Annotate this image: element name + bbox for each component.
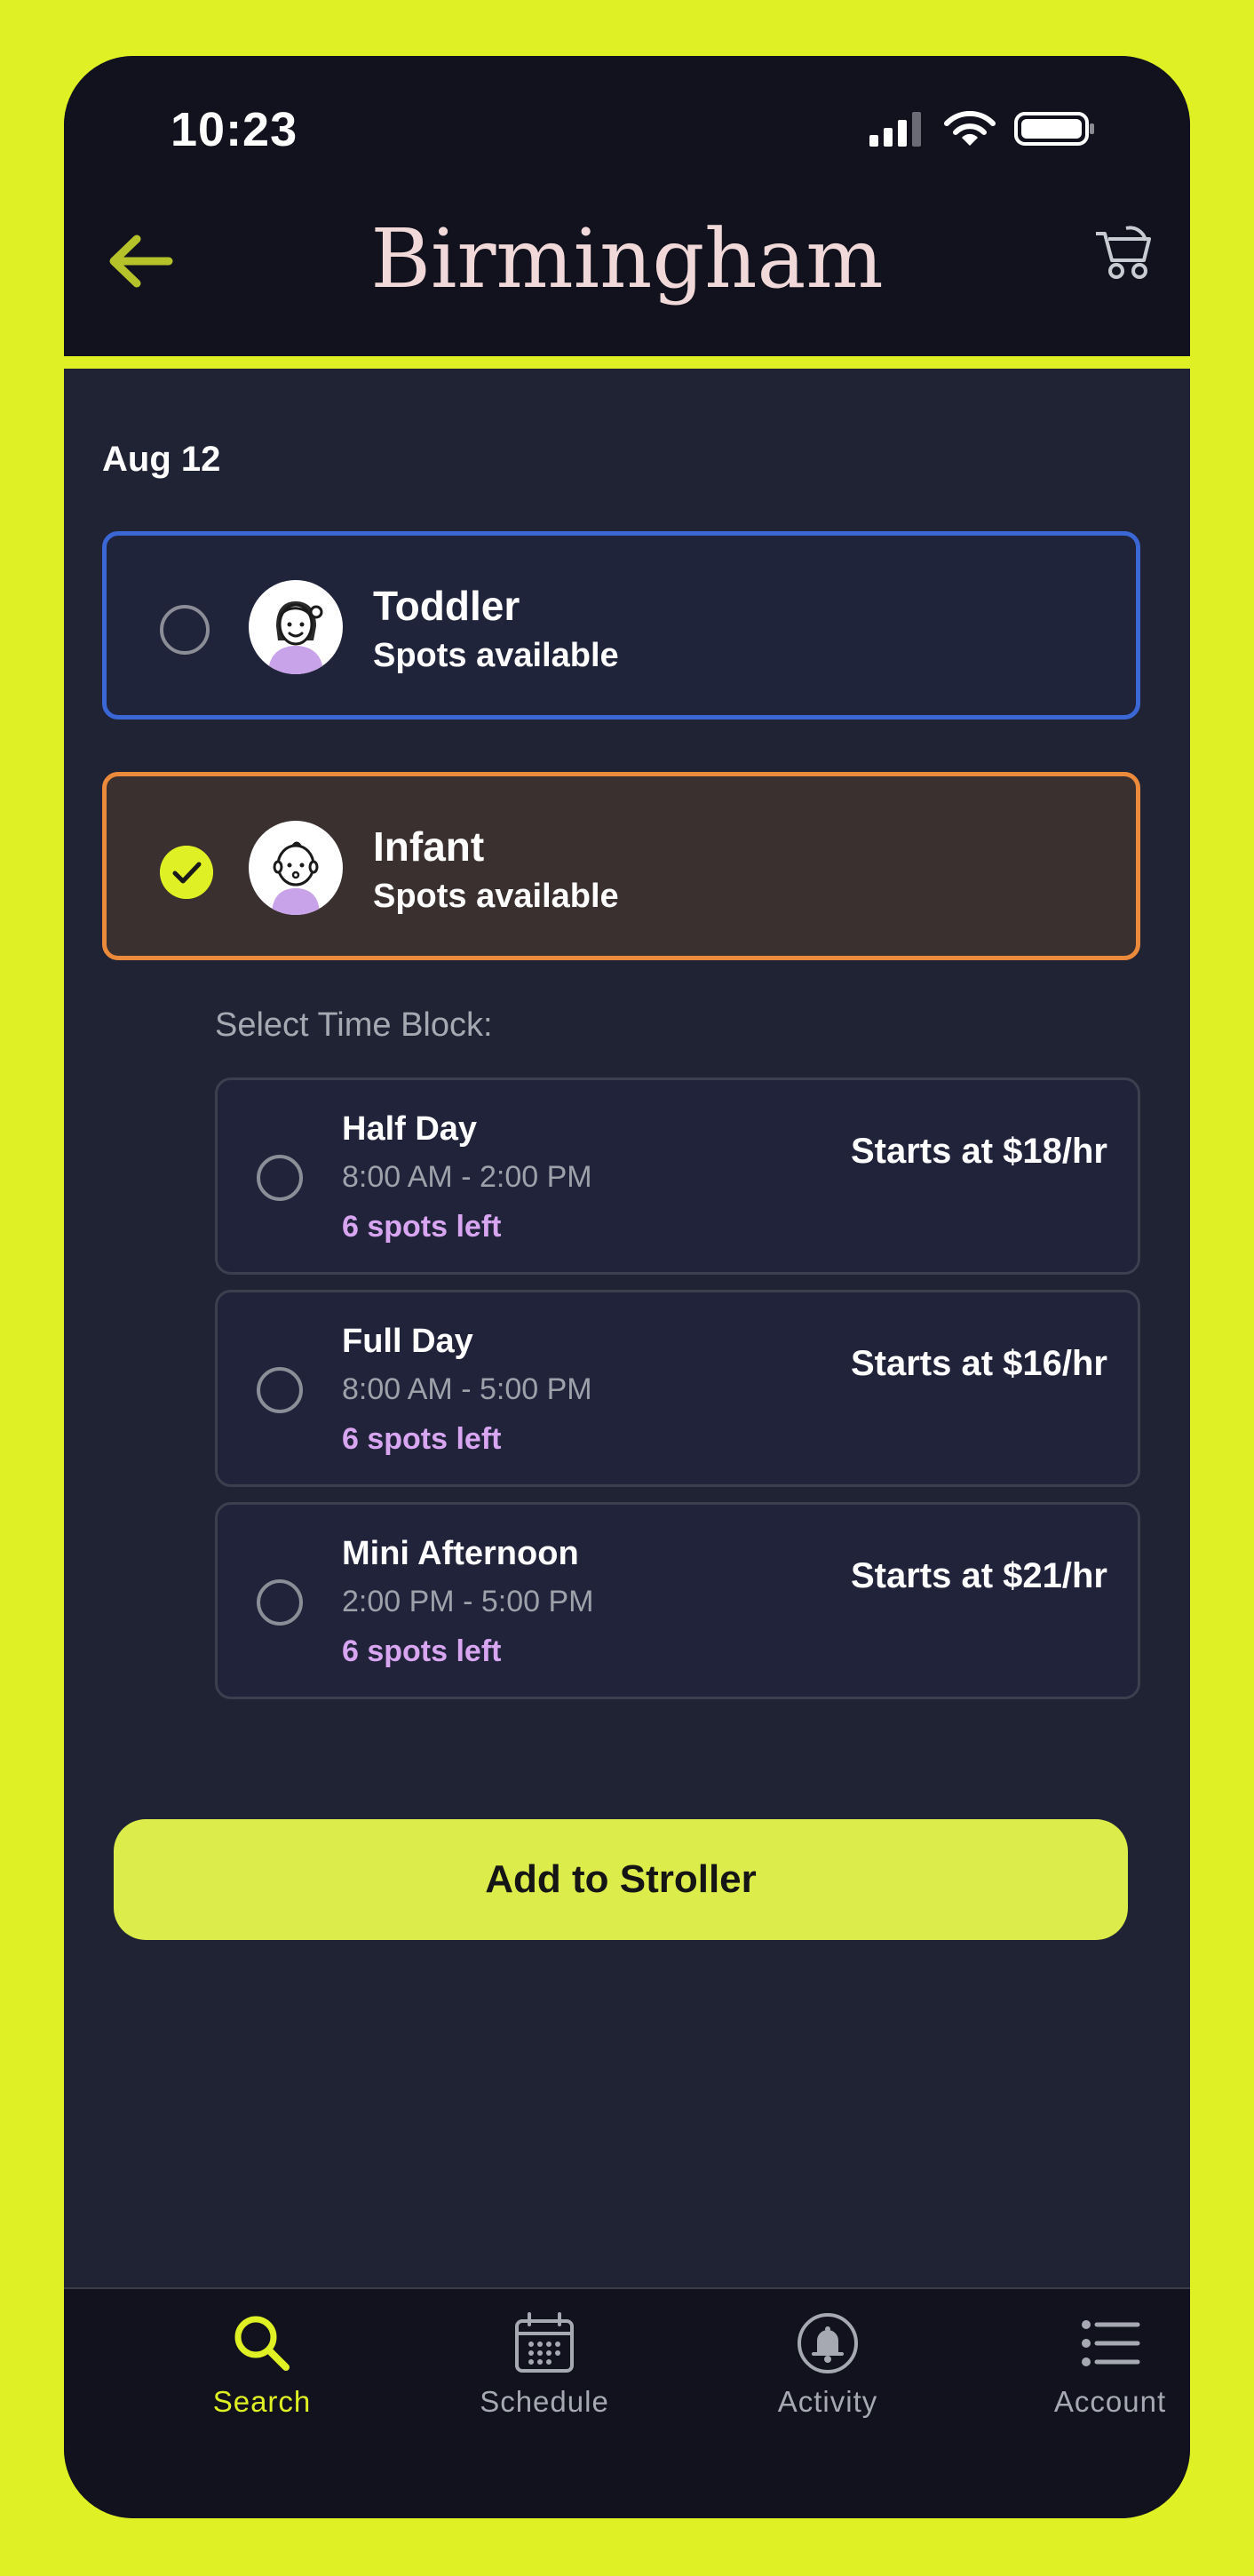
stroller-cart-icon[interactable] [1092,221,1155,283]
infant-title: Infant [373,823,485,870]
toddler-girl-icon [268,601,323,674]
tab-search[interactable]: Search [151,2289,373,2458]
time-block-hours: 8:00 AM - 2:00 PM [342,1160,592,1194]
tab-label: Schedule [480,2385,609,2418]
time-block-full-day[interactable]: Full Day 8:00 AM - 5:00 PM 6 spots left … [215,1290,1140,1487]
time-block-mini-afternoon[interactable]: Mini Afternoon 2:00 PM - 5:00 PM 6 spots… [215,1502,1140,1699]
tab-label: Activity [777,2385,878,2418]
checkmark-icon[interactable] [160,846,213,899]
time-block-name: Full Day [342,1323,473,1360]
phone-screen: 10:23 Birmingham Aug 12 Toddler Spots av… [64,56,1190,2518]
signal-icon [869,112,921,147]
add-to-stroller-button[interactable]: Add to Stroller [114,1819,1128,1940]
time-block-price: Starts at $18/hr [850,1132,1107,1171]
header-accent-line [64,356,1190,369]
list-icon [1082,2320,1140,2366]
tab-schedule[interactable]: Schedule [433,2289,655,2458]
toddler-radio[interactable] [160,605,210,655]
time-block-name: Half Day [342,1110,478,1148]
time-block-hours: 8:00 AM - 5:00 PM [342,1372,592,1406]
infant-baby-icon [272,841,320,915]
toddler-option-card[interactable]: Toddler Spots available [102,531,1140,720]
time-block-price: Starts at $21/hr [850,1556,1107,1595]
tab-label: Search [212,2385,312,2418]
time-block-label: Select Time Block: [215,1006,493,1044]
tab-activity[interactable]: Activity [717,2289,939,2458]
battery-icon [1014,112,1094,146]
full-day-radio[interactable] [257,1367,303,1413]
infant-option-card[interactable]: Infant Spots available [102,772,1140,960]
time-block-spots: 6 spots left [342,1210,502,1244]
mini-afternoon-radio[interactable] [257,1579,303,1626]
half-day-radio[interactable] [257,1155,303,1201]
tab-account[interactable]: Account [999,2289,1190,2458]
time-block-price: Starts at $16/hr [850,1344,1107,1383]
calendar-icon [515,2312,574,2373]
toddler-availability: Spots available [373,637,619,674]
time-block-spots: 6 spots left [342,1634,502,1668]
app-header: 10:23 Birmingham [64,56,1190,356]
toddler-title: Toddler [373,583,520,629]
time-block-half-day[interactable]: Half Day 8:00 AM - 2:00 PM 6 spots left … [215,1077,1140,1275]
search-icon [234,2316,290,2371]
date-label: Aug 12 [102,440,221,479]
wifi-icon [944,111,996,146]
tab-label: Account [1053,2385,1167,2418]
time-block-hours: 2:00 PM - 5:00 PM [342,1585,594,1618]
status-time: 10:23 [171,103,298,156]
infant-availability: Spots available [373,878,619,915]
device-frame: 10:23 Birmingham Aug 12 Toddler Spots av… [0,0,1254,2576]
page-title: Birmingham [370,211,884,306]
toddler-avatar [249,580,343,674]
infant-avatar [249,821,343,915]
bottom-tab-bar: Search Schedule Activity Account [64,2287,1190,2518]
time-block-spots: 6 spots left [342,1422,502,1456]
time-block-name: Mini Afternoon [342,1535,579,1572]
bell-icon [798,2313,858,2373]
